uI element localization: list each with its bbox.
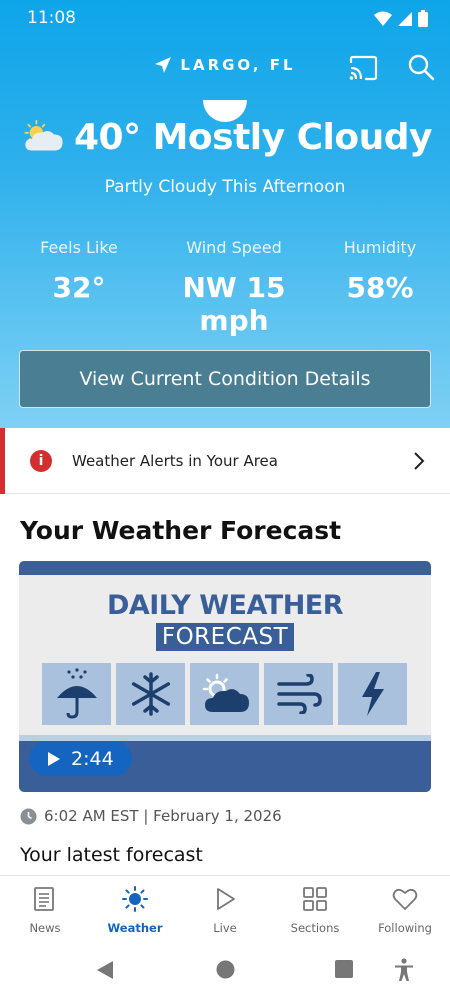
- partly-cloudy-icon: [202, 673, 249, 712]
- forecast-subtitle: Partly Cloudy This Afternoon: [104, 177, 346, 197]
- home-icon[interactable]: [216, 960, 235, 979]
- grid-icon: [303, 887, 327, 911]
- back-icon[interactable]: [96, 960, 114, 980]
- nav-label: News: [29, 921, 61, 935]
- video-title-line1: DAILY WEATHER: [106, 590, 344, 621]
- accessibility-icon[interactable]: [394, 958, 414, 982]
- current-condition: 40° Mostly Cloudy: [73, 116, 433, 158]
- nav-item-weather[interactable]: Weather: [90, 876, 180, 943]
- system-nav-bar: [0, 943, 450, 1000]
- tile-snow: [116, 663, 185, 725]
- forecast-timestamp: 6:02 AM EST | February 1, 2026: [20, 807, 282, 825]
- lightning-icon: [361, 672, 384, 716]
- status-icons: [374, 10, 428, 27]
- tile-wind: [264, 663, 333, 725]
- nav-item-news[interactable]: News: [0, 876, 90, 943]
- stat-value: 32°: [52, 271, 106, 304]
- nav-label: Sections: [290, 921, 340, 935]
- video-title-line2: FORECAST: [155, 623, 295, 651]
- stat-value: NW 15 mph: [182, 271, 286, 337]
- alert-accent-bar: [0, 428, 5, 494]
- timestamp-text: 6:02 AM EST | February 1, 2026: [44, 807, 282, 825]
- search-icon[interactable]: [407, 53, 435, 81]
- partly-cloudy-icon: [24, 120, 63, 151]
- weather-tiles: [42, 663, 407, 725]
- location-label[interactable]: LARGO, FL: [0, 56, 450, 78]
- nav-item-live[interactable]: Live: [180, 876, 270, 943]
- stat-label: Humidity: [343, 238, 417, 257]
- current-conditions-hero: 11:08 LARGO, FL 40° Mostly Cloudy Partly…: [0, 0, 450, 428]
- news-icon: [34, 887, 54, 911]
- current-stats: Feels Like 32° Wind Speed NW 15 mph Humi…: [14, 238, 436, 337]
- play-icon: [217, 888, 235, 910]
- condition-row: 40° Mostly Cloudy: [22, 112, 433, 162]
- cast-icon[interactable]: [348, 55, 378, 81]
- nav-item-sections[interactable]: Sections: [270, 876, 360, 943]
- play-icon: [48, 751, 60, 766]
- stat-humidity: Humidity 58%: [324, 238, 436, 337]
- section-title: Your Weather Forecast: [20, 516, 342, 545]
- clock-icon: [20, 808, 37, 824]
- sun-icon: [122, 886, 148, 912]
- nav-label: Following: [378, 921, 432, 935]
- play-video-button[interactable]: 2:44: [29, 741, 132, 776]
- location-name: LARGO, FL: [180, 56, 296, 74]
- bottom-nav: News Weather Live Sections Following: [0, 875, 450, 943]
- forecast-video-card[interactable]: DAILY WEATHER FORECAST 2:44: [19, 561, 431, 792]
- heart-icon: [392, 888, 418, 910]
- wifi-icon: [374, 11, 392, 26]
- nav-label: Live: [213, 921, 237, 935]
- chevron-right-icon: [414, 452, 425, 470]
- nav-label: Weather: [107, 921, 163, 935]
- tile-partly-cloudy: [190, 663, 259, 725]
- wind-icon: [276, 674, 322, 714]
- stat-label: Feels Like: [40, 238, 118, 257]
- status-bar: 11:08: [0, 0, 450, 36]
- location-arrow-icon: [155, 57, 172, 73]
- snowflake-icon: [131, 672, 170, 716]
- alert-text: Weather Alerts in Your Area: [72, 452, 278, 470]
- video-top-band: [19, 561, 431, 575]
- stat-label: Wind Speed: [186, 238, 282, 257]
- umbrella-rain-icon: [56, 668, 97, 719]
- battery-icon: [418, 10, 428, 27]
- signal-icon: [398, 11, 412, 26]
- video-duration: 2:44: [71, 747, 114, 770]
- stat-feels-like: Feels Like 32°: [14, 238, 144, 337]
- stat-wind-speed: Wind Speed NW 15 mph: [144, 238, 324, 337]
- video-title-line2-wrap: FORECAST: [19, 623, 431, 651]
- tile-lightning: [338, 663, 407, 725]
- latest-forecast-label: Your latest forecast: [20, 844, 203, 866]
- stat-value: 58%: [346, 271, 414, 304]
- tile-umbrella: [42, 663, 111, 725]
- recents-icon[interactable]: [335, 960, 353, 978]
- nav-item-following[interactable]: Following: [360, 876, 450, 943]
- alert-info-icon: i: [30, 450, 52, 472]
- status-time: 11:08: [27, 8, 76, 28]
- weather-alerts-row[interactable]: i Weather Alerts in Your Area: [0, 428, 450, 494]
- view-details-button[interactable]: View Current Condition Details: [19, 350, 431, 408]
